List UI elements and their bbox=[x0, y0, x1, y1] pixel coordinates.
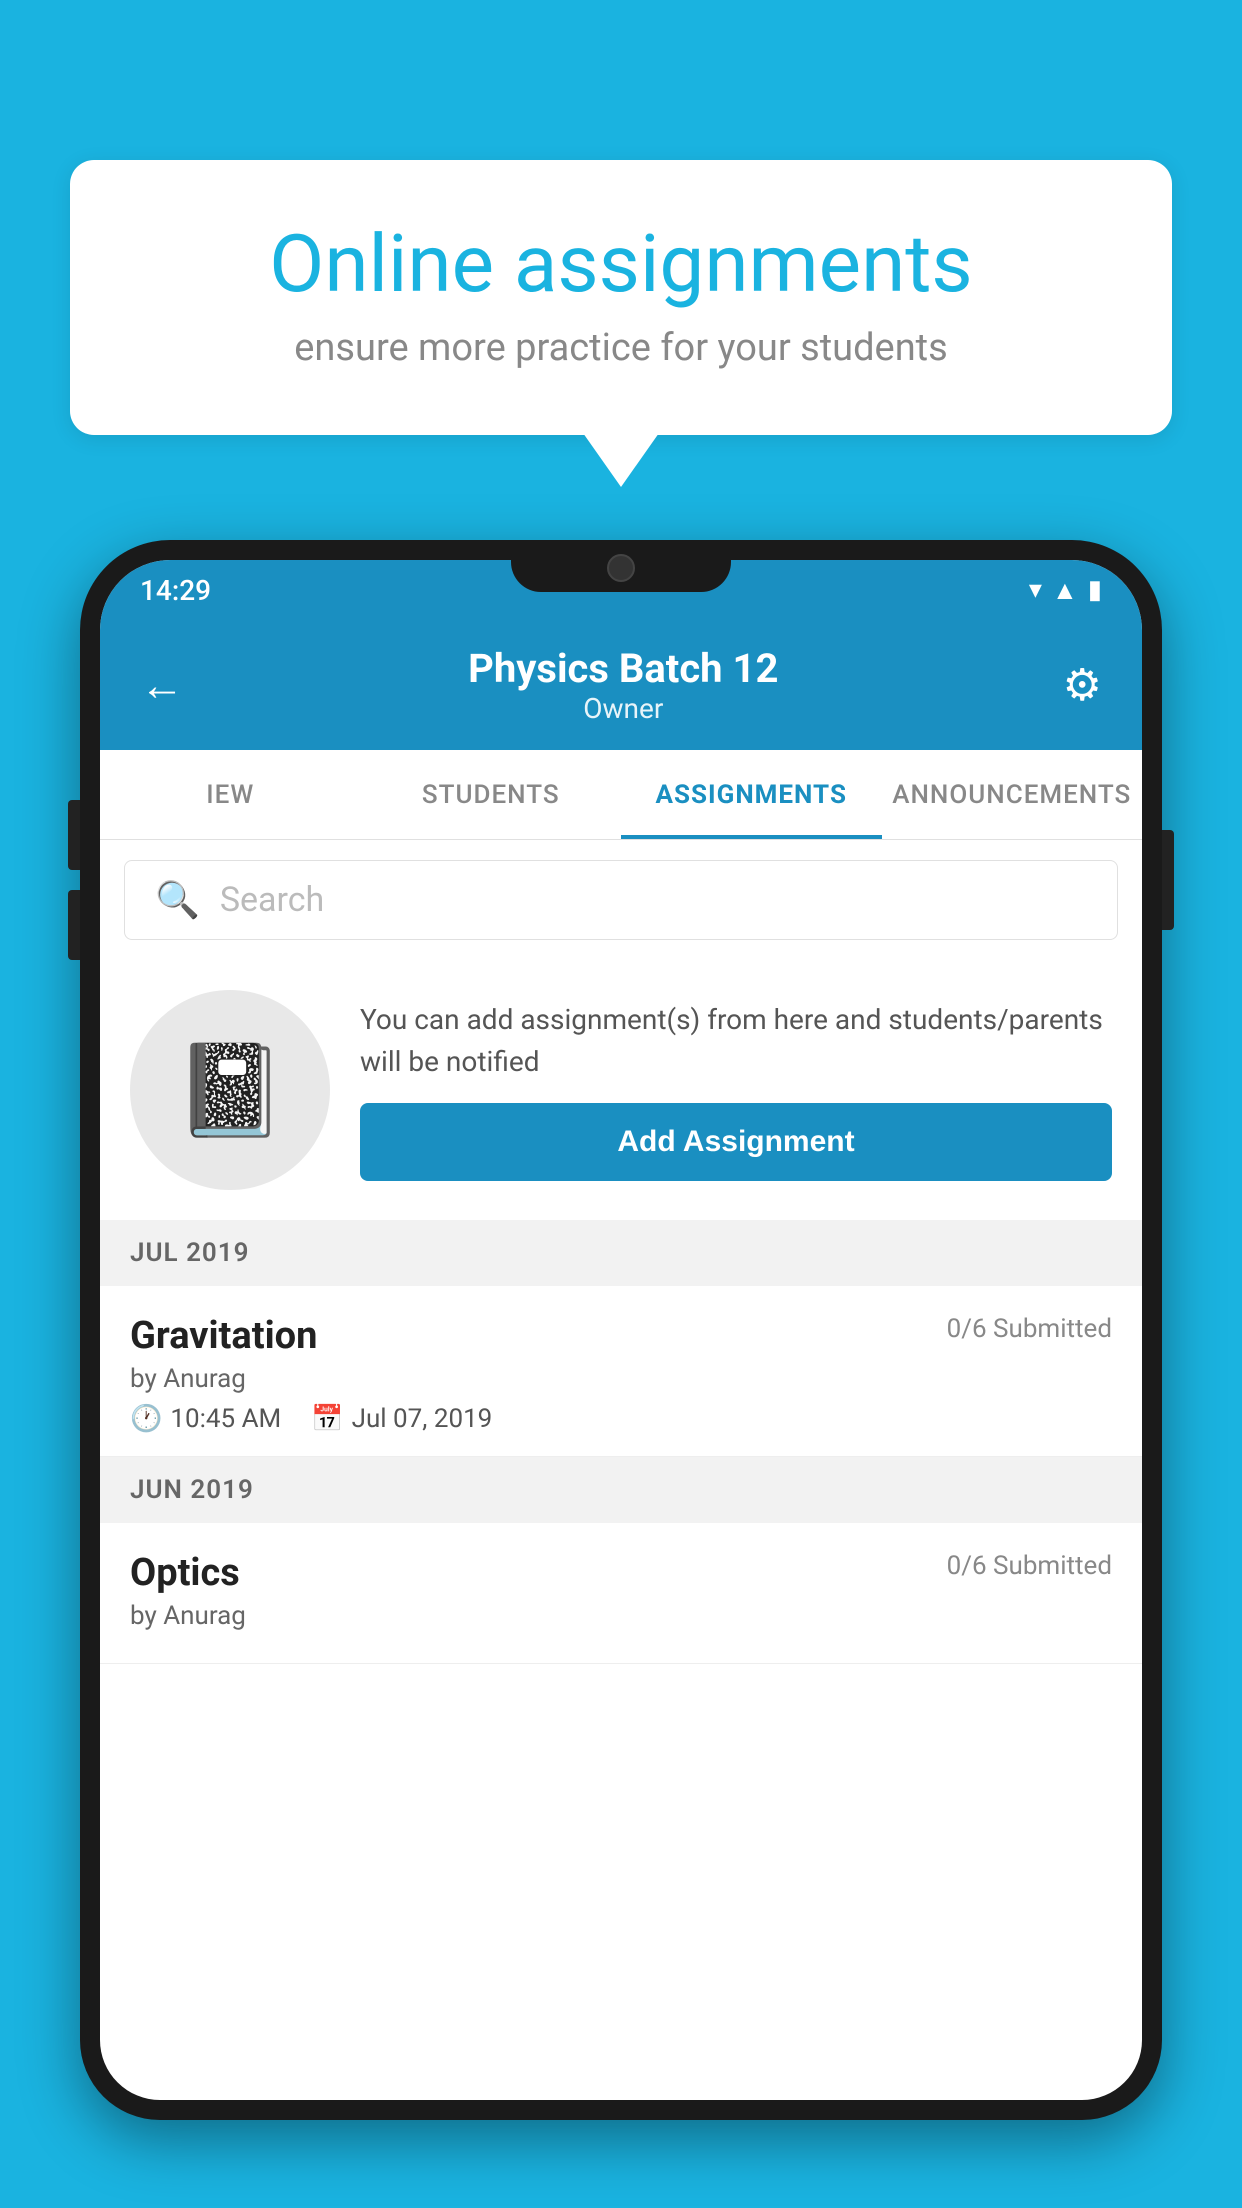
promo-icon-circle: 📓 bbox=[130, 990, 330, 1190]
month-header-jun: JUN 2019 bbox=[100, 1457, 1142, 1523]
assignment-top-row: Gravitation 0/6 Submitted bbox=[130, 1314, 1112, 1358]
batch-role: Owner bbox=[468, 692, 778, 725]
assignment-name-optics: Optics bbox=[130, 1551, 240, 1595]
assignment-meta: 🕐 10:45 AM 📅 Jul 07, 2019 bbox=[130, 1404, 1112, 1434]
tab-announcements[interactable]: ANNOUNCEMENTS bbox=[882, 750, 1143, 839]
bubble-subtitle: ensure more practice for your students bbox=[140, 326, 1102, 370]
header-center: Physics Batch 12 Owner bbox=[468, 645, 778, 725]
back-button[interactable]: ← bbox=[140, 659, 184, 711]
power-button bbox=[1162, 830, 1174, 930]
phone-outer: 14:29 ▾ ▲ ▮ ← Physics Batch 12 Owner ⚙ bbox=[80, 540, 1162, 2120]
search-container: 🔍 Search bbox=[100, 840, 1142, 960]
phone-mockup: 14:29 ▾ ▲ ▮ ← Physics Batch 12 Owner ⚙ bbox=[80, 540, 1162, 2208]
settings-icon[interactable]: ⚙ bbox=[1063, 659, 1102, 711]
tab-iew[interactable]: IEW bbox=[100, 750, 361, 839]
assignment-top-row-optics: Optics 0/6 Submitted bbox=[130, 1551, 1112, 1595]
status-icons: ▾ ▲ ▮ bbox=[1029, 575, 1102, 606]
volume-down-button bbox=[68, 890, 80, 960]
batch-title: Physics Batch 12 bbox=[468, 645, 778, 692]
assignment-by-optics: by Anurag bbox=[130, 1601, 1112, 1631]
signal-icon: ▲ bbox=[1052, 575, 1078, 606]
assignment-name: Gravitation bbox=[130, 1314, 317, 1358]
phone-notch bbox=[511, 540, 731, 592]
clock-icon: 🕐 bbox=[130, 1404, 162, 1434]
camera bbox=[607, 554, 635, 582]
volume-up-button bbox=[68, 800, 80, 870]
status-time: 14:29 bbox=[140, 574, 211, 607]
promo-card: Online assignments ensure more practice … bbox=[70, 160, 1172, 435]
promo-right: You can add assignment(s) from here and … bbox=[360, 999, 1112, 1181]
promo-section: 📓 You can add assignment(s) from here an… bbox=[100, 960, 1142, 1220]
assignment-date: 📅 Jul 07, 2019 bbox=[311, 1404, 492, 1434]
add-assignment-button[interactable]: Add Assignment bbox=[360, 1103, 1112, 1181]
tab-students[interactable]: STUDENTS bbox=[361, 750, 622, 839]
assignment-item-gravitation[interactable]: Gravitation 0/6 Submitted by Anurag 🕐 10… bbox=[100, 1286, 1142, 1457]
phone-screen: 14:29 ▾ ▲ ▮ ← Physics Batch 12 Owner ⚙ bbox=[100, 560, 1142, 2100]
bubble-title: Online assignments bbox=[140, 220, 1102, 308]
assignment-item-optics[interactable]: Optics 0/6 Submitted by Anurag bbox=[100, 1523, 1142, 1664]
tabs-bar: IEW STUDENTS ASSIGNMENTS ANNOUNCEMENTS bbox=[100, 750, 1142, 840]
speech-bubble: Online assignments ensure more practice … bbox=[70, 160, 1172, 435]
search-box[interactable]: 🔍 Search bbox=[124, 860, 1118, 940]
tab-assignments[interactable]: ASSIGNMENTS bbox=[621, 750, 882, 839]
notebook-icon: 📓 bbox=[174, 1038, 286, 1143]
assignment-by: by Anurag bbox=[130, 1364, 1112, 1394]
assignment-status-optics: 0/6 Submitted bbox=[947, 1551, 1112, 1581]
wifi-icon: ▾ bbox=[1029, 575, 1042, 605]
battery-icon: ▮ bbox=[1088, 575, 1102, 605]
assignment-status: 0/6 Submitted bbox=[947, 1314, 1112, 1344]
month-header-jul: JUL 2019 bbox=[100, 1220, 1142, 1286]
assignment-time: 🕐 10:45 AM bbox=[130, 1404, 281, 1434]
promo-description: You can add assignment(s) from here and … bbox=[360, 999, 1112, 1083]
app-header: ← Physics Batch 12 Owner ⚙ bbox=[100, 620, 1142, 750]
search-input[interactable]: Search bbox=[220, 880, 324, 920]
calendar-icon: 📅 bbox=[311, 1404, 343, 1434]
search-icon: 🔍 bbox=[155, 879, 200, 921]
